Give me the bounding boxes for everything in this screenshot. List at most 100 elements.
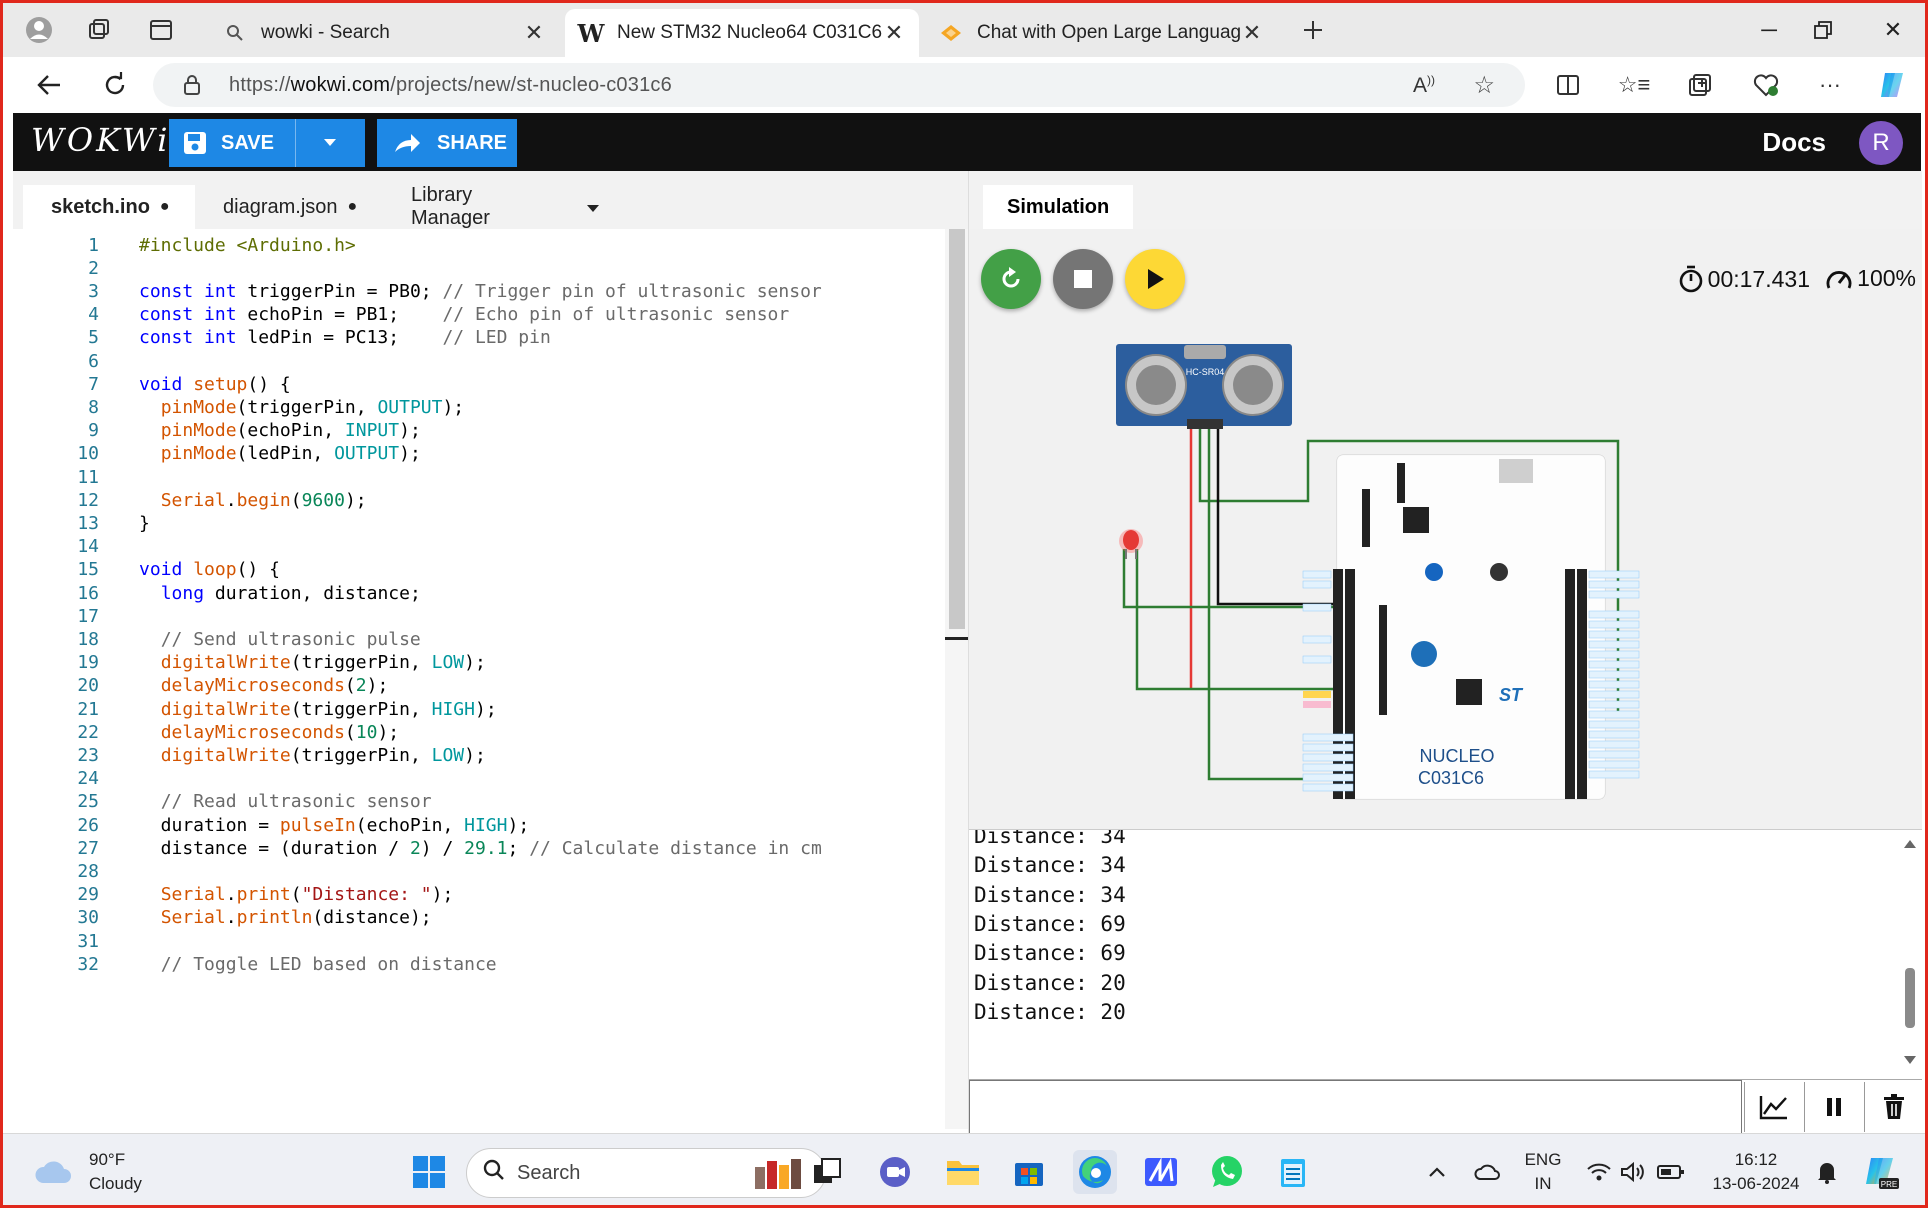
lock-icon[interactable] xyxy=(183,74,201,102)
notepad-icon[interactable] xyxy=(1271,1150,1315,1194)
save-dropdown-icon[interactable] xyxy=(295,138,365,148)
language-indicator[interactable]: ENG IN xyxy=(1523,1148,1563,1196)
split-screen-icon[interactable] xyxy=(1551,69,1585,101)
screen: wowki - Search ✕ W New STM32 Nucleo64 C0… xyxy=(0,0,1928,1208)
editor-scroll-thumb[interactable] xyxy=(949,229,965,629)
tab-diagram-json[interactable]: diagram.json ● xyxy=(195,185,375,229)
tab-search[interactable]: wowki - Search ✕ xyxy=(209,9,559,57)
refresh-icon[interactable] xyxy=(95,67,135,103)
serial-input[interactable] xyxy=(969,1080,1742,1134)
collections-icon[interactable] xyxy=(1683,69,1717,101)
search-icon xyxy=(483,1159,505,1187)
hc-sr04-sensor[interactable]: HC-SR04 xyxy=(1116,344,1292,429)
line-number: 23 xyxy=(77,744,99,766)
tray-overflow-chevron-icon[interactable] xyxy=(1415,1150,1459,1194)
restore-icon[interactable] xyxy=(1803,15,1843,45)
file-explorer-icon[interactable] xyxy=(941,1150,985,1194)
line-text: } xyxy=(139,512,150,534)
line-number: 19 xyxy=(77,652,99,674)
line-number: 27 xyxy=(77,837,99,859)
teams-icon[interactable] xyxy=(873,1150,917,1194)
line-text: delayMicroseconds(10); xyxy=(160,721,400,743)
serial-monitor[interactable]: Distance: 34 Distance: 34 Distance: 34 Dist… xyxy=(969,829,1922,1079)
task-view-icon[interactable] xyxy=(805,1150,849,1194)
share-button[interactable]: SHARE xyxy=(377,119,517,167)
svg-text:ST: ST xyxy=(1499,685,1524,705)
avatar[interactable]: R xyxy=(1859,121,1903,165)
tab-chat[interactable]: Chat with Open Large Language ✕ xyxy=(925,9,1277,57)
line-number: 8 xyxy=(88,396,99,418)
address-bar[interactable]: https://wokwi.com/projects/new/st-nucleo… xyxy=(153,63,1525,107)
more-menu-icon[interactable]: ··· xyxy=(1813,69,1847,101)
svg-text:PRE: PRE xyxy=(1881,1180,1897,1189)
weather-widget[interactable]: 90°F Cloudy xyxy=(33,1148,142,1196)
tab-sketch-ino[interactable]: sketch.ino ● xyxy=(23,185,195,229)
windows-start-icon[interactable] xyxy=(407,1150,451,1194)
line-number: 5 xyxy=(88,327,99,349)
browser-essentials-icon[interactable] xyxy=(1749,69,1783,101)
edge-browser-icon[interactable] xyxy=(1073,1150,1117,1194)
tab-close-icon[interactable]: ✕ xyxy=(1241,20,1263,46)
url-text: https://wokwi.com/projects/new/st-nucleo… xyxy=(229,73,672,96)
line-number: 30 xyxy=(77,907,99,929)
tab-simulation[interactable]: Simulation xyxy=(983,185,1134,229)
copilot-pre-icon[interactable]: PRE xyxy=(1859,1150,1903,1194)
taskbar-search[interactable]: Search xyxy=(466,1148,826,1198)
modified-dot: ● xyxy=(347,198,358,215)
search-icon xyxy=(223,21,247,45)
tab-close-icon[interactable]: ✕ xyxy=(523,20,545,46)
line-text: // Read ultrasonic sensor xyxy=(160,791,432,813)
line-number: 2 xyxy=(88,257,99,279)
line-number: 25 xyxy=(77,791,99,813)
line-text: Serial.begin(9600); xyxy=(160,489,367,511)
app-icon[interactable] xyxy=(1139,1150,1183,1194)
tab-close-icon[interactable]: ✕ xyxy=(883,20,905,46)
profile-icon[interactable] xyxy=(21,13,57,47)
line-number: 32 xyxy=(77,953,99,975)
line-number: 31 xyxy=(77,930,99,952)
wokwi-logo[interactable]: WOKWi xyxy=(31,121,170,159)
clear-button[interactable] xyxy=(1864,1082,1922,1132)
simulation-canvas[interactable]: 00:17.431 100% HC-SR04 ST NUCLEO C031C6 xyxy=(969,229,1922,829)
plotter-button[interactable] xyxy=(1744,1082,1802,1132)
tabs-dropdown-icon[interactable] xyxy=(585,201,601,219)
red-led[interactable] xyxy=(1119,529,1143,559)
docs-link[interactable]: Docs xyxy=(1762,127,1826,158)
workspaces-icon[interactable] xyxy=(81,13,117,47)
read-aloud-icon[interactable]: A)) xyxy=(1413,73,1435,98)
notification-bell-icon[interactable] xyxy=(1805,1150,1849,1194)
code-line[interactable]: 32 // Toggle LED based on distance xyxy=(13,950,496,978)
tab-title: New STM32 Nucleo64 C031C6 Pr xyxy=(617,22,883,43)
back-icon[interactable] xyxy=(29,67,69,103)
clock[interactable]: 16:12 13-06-2024 xyxy=(1701,1148,1811,1196)
copilot-icon[interactable] xyxy=(1875,69,1909,101)
favorites-icon[interactable]: ☆≡ xyxy=(1617,69,1651,101)
tab-wokwi[interactable]: W New STM32 Nucleo64 C031C6 Pr ✕ xyxy=(565,9,919,57)
tab-library-manager[interactable]: Library Manager xyxy=(383,184,583,229)
nucleo-board[interactable]: ST NUCLEO C031C6 xyxy=(1302,454,1640,800)
save-button[interactable]: SAVE xyxy=(169,119,365,167)
tab-actions-icon[interactable] xyxy=(143,13,179,47)
battery-icon[interactable] xyxy=(1649,1150,1693,1194)
code-content[interactable]: 1 #include <Arduino.h> 2 3 const int trigger… xyxy=(13,229,945,1129)
pause-button[interactable] xyxy=(1804,1082,1862,1132)
line-text: long duration, distance; xyxy=(160,582,421,604)
onedrive-cloud-icon[interactable] xyxy=(1465,1150,1509,1194)
window-close-icon[interactable]: ✕ xyxy=(1873,15,1913,45)
minimize-icon[interactable]: ─ xyxy=(1749,15,1789,45)
modified-dot: ● xyxy=(159,198,170,215)
favorite-star-icon[interactable]: ☆ xyxy=(1473,71,1495,100)
whatsapp-icon[interactable] xyxy=(1205,1150,1249,1194)
editor-scrollbar[interactable] xyxy=(945,229,968,1129)
serial-output-line: Distance: 34 xyxy=(974,853,1126,878)
cloud-icon xyxy=(35,1161,71,1183)
wokwi-header: WOKWi SAVE SHARE Docs R xyxy=(13,113,1921,171)
line-number: 9 xyxy=(88,420,99,442)
serial-scrollbar[interactable] xyxy=(1898,830,1922,1079)
microsoft-store-icon[interactable] xyxy=(1007,1150,1051,1194)
serial-output-line: Distance: 34 xyxy=(974,829,1126,848)
floppy-disk-icon xyxy=(169,130,221,156)
editor-tabs: sketch.ino ● diagram.json ● Library Mana… xyxy=(13,171,968,229)
new-tab-icon[interactable] xyxy=(1295,13,1331,47)
line-number: 10 xyxy=(77,443,99,465)
